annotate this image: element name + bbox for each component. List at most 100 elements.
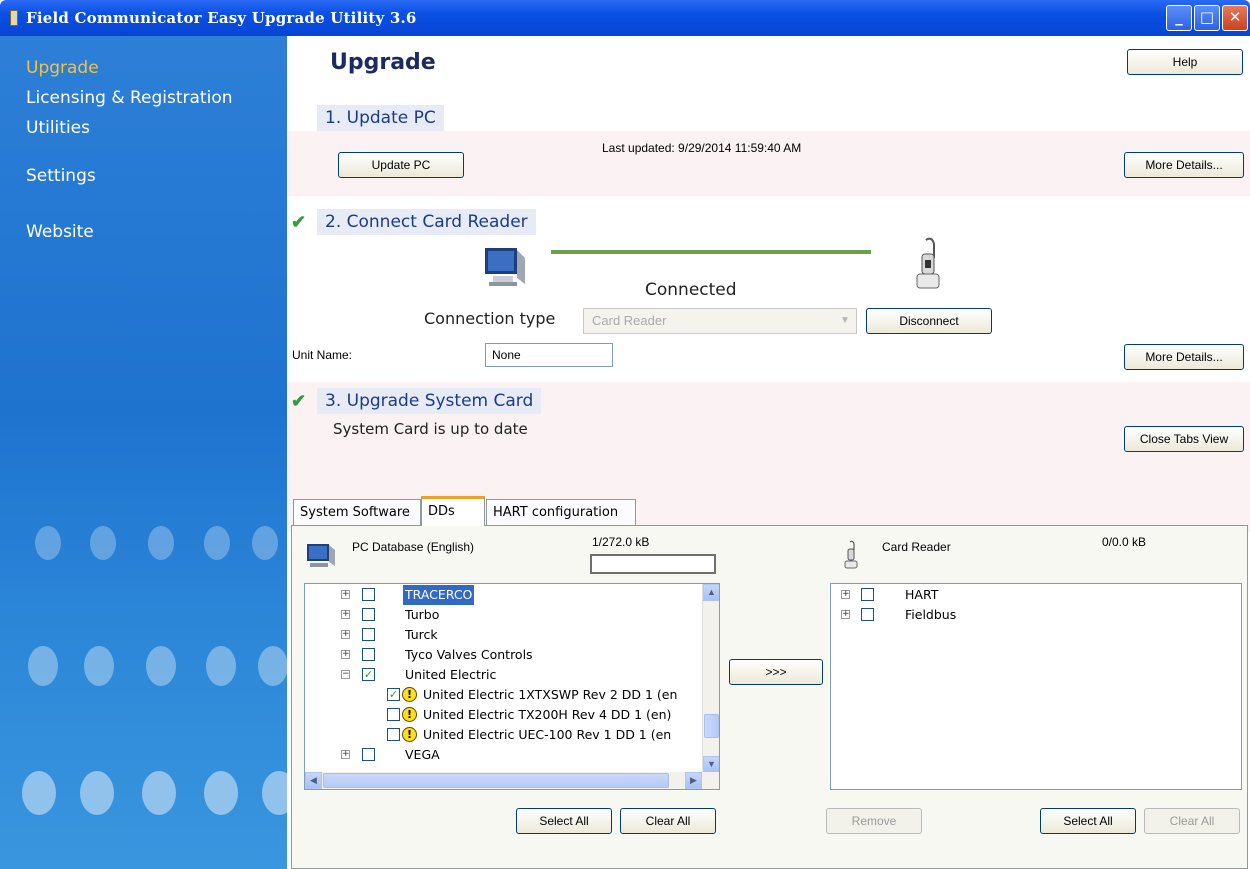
- help-button[interactable]: Help: [1127, 49, 1243, 75]
- tree-item-label: Fieldbus: [905, 607, 957, 622]
- expand-icon[interactable]: +: [341, 750, 350, 759]
- tree-item-label: United Electric 1XTXSWP Rev 2 DD 1 (en: [423, 687, 678, 702]
- checkbox[interactable]: [362, 748, 375, 761]
- tree-item[interactable]: + Turck: [305, 625, 701, 645]
- card-reader-label: Card Reader: [882, 540, 951, 554]
- transfer-button[interactable]: >>>: [729, 659, 823, 685]
- pc-database-label: PC Database (English): [352, 540, 475, 554]
- card-reader-icon: [844, 540, 858, 569]
- window-title: Field Communicator Easy Upgrade Utility …: [26, 9, 417, 27]
- checkbox[interactable]: [387, 728, 400, 741]
- unit-name-label: Unit Name:: [292, 348, 353, 362]
- checkbox[interactable]: [362, 608, 375, 621]
- warning-icon: !: [402, 727, 417, 742]
- decorative-light: [90, 526, 116, 560]
- expand-icon[interactable]: +: [341, 650, 350, 659]
- checkbox[interactable]: [362, 588, 375, 601]
- warning-icon: !: [402, 687, 417, 702]
- tree-item[interactable]: ! United Electric UEC-100 Rev 1 DD 1 (en: [305, 725, 701, 745]
- decorative-light: [146, 646, 176, 686]
- connection-type-select[interactable]: Card Reader ▼: [583, 308, 857, 334]
- scroll-up-icon[interactable]: ▲: [703, 584, 719, 601]
- dds-tab-panel: PC Database (English) 1/272.0 kB Card Re…: [291, 525, 1248, 869]
- unit-name-field[interactable]: None: [485, 343, 613, 367]
- close-tabs-view-button[interactable]: Close Tabs View: [1124, 426, 1244, 452]
- card-reader-tree[interactable]: + HART + Fieldbus: [830, 583, 1242, 790]
- sidebar-item-website[interactable]: Website: [26, 222, 94, 242]
- remove-button[interactable]: Remove: [826, 808, 922, 834]
- tree-item[interactable]: + HART: [831, 585, 1231, 605]
- tree-item[interactable]: ! United Electric TX200H Rev 4 DD 1 (en): [305, 705, 701, 725]
- clear-all-button[interactable]: Clear All: [1144, 808, 1240, 834]
- checkbox[interactable]: [861, 588, 874, 601]
- select-all-button[interactable]: Select All: [516, 808, 612, 834]
- scroll-down-icon[interactable]: ▼: [703, 756, 719, 773]
- checkbox[interactable]: [362, 648, 375, 661]
- decorative-light: [148, 526, 174, 560]
- more-details-button[interactable]: More Details...: [1124, 152, 1244, 178]
- tree-item-label: TRACERCO: [403, 585, 475, 605]
- tab-hart-configuration[interactable]: HART configuration: [486, 499, 636, 525]
- close-button[interactable]: ✕: [1222, 5, 1248, 31]
- decorative-light: [206, 646, 236, 686]
- expand-icon[interactable]: +: [341, 590, 350, 599]
- checkmark-icon: ✔: [291, 212, 307, 232]
- tree-item-label: VEGA: [405, 747, 440, 762]
- tree-item[interactable]: + VEGA: [305, 745, 701, 765]
- decorative-light: [204, 771, 238, 815]
- pc-database-tree[interactable]: + TRACERCO + Turbo + Turck + Tyco Valves…: [304, 583, 720, 790]
- scroll-left-icon[interactable]: ◀: [305, 772, 322, 789]
- tree-item-label: HART: [905, 587, 939, 602]
- minimize-button[interactable]: _: [1166, 5, 1192, 31]
- checkbox[interactable]: [387, 708, 400, 721]
- decorative-light: [22, 771, 56, 815]
- sidebar-item-settings[interactable]: Settings: [26, 166, 96, 186]
- title-bar[interactable]: Field Communicator Easy Upgrade Utility …: [0, 0, 1250, 36]
- connection-status-line: [551, 250, 871, 254]
- checkbox[interactable]: [861, 608, 874, 621]
- warning-icon: !: [402, 707, 417, 722]
- maximize-button[interactable]: □: [1194, 5, 1220, 31]
- checkbox[interactable]: [362, 628, 375, 641]
- main-panel: Upgrade Help 1. Update PC Last updated: …: [287, 36, 1250, 869]
- sidebar-item-upgrade[interactable]: Upgrade: [26, 58, 99, 78]
- tree-item[interactable]: + Turbo: [305, 605, 701, 625]
- system-card-status: System Card is up to date: [333, 420, 528, 438]
- section-title-connect-card-reader: 2. Connect Card Reader: [317, 209, 536, 235]
- scrollbar-thumb[interactable]: [323, 773, 669, 788]
- card-reader-icon: [916, 237, 940, 289]
- disconnect-button[interactable]: Disconnect: [866, 308, 992, 334]
- tree-item-label: Tyco Valves Controls: [405, 647, 533, 662]
- sidebar-item-licensing[interactable]: Licensing & Registration: [26, 88, 233, 108]
- scrollbar-thumb[interactable]: [704, 714, 719, 738]
- tab-dds[interactable]: DDs: [421, 496, 485, 526]
- more-details-button[interactable]: More Details...: [1124, 344, 1244, 370]
- tree-item[interactable]: − ✓ United Electric: [305, 665, 701, 685]
- clear-all-button[interactable]: Clear All: [620, 808, 716, 834]
- select-all-button[interactable]: Select All: [1040, 808, 1136, 834]
- sidebar-item-utilities[interactable]: Utilities: [26, 118, 90, 138]
- update-pc-button[interactable]: Update PC: [338, 152, 464, 178]
- tree-item[interactable]: ✓ ! United Electric 1XTXSWP Rev 2 DD 1 (…: [305, 685, 701, 705]
- tree-item[interactable]: + Fieldbus: [831, 605, 1231, 625]
- horizontal-scrollbar[interactable]: ◀ ▶: [305, 772, 719, 789]
- tree-item[interactable]: + Tyco Valves Controls: [305, 645, 701, 665]
- decorative-light: [35, 526, 61, 560]
- expand-icon[interactable]: +: [841, 590, 850, 599]
- tree-item[interactable]: + TRACERCO: [305, 585, 701, 605]
- expand-icon[interactable]: +: [341, 630, 350, 639]
- expand-icon[interactable]: +: [841, 610, 850, 619]
- decorative-light: [142, 771, 176, 815]
- expand-icon[interactable]: +: [341, 610, 350, 619]
- app-window: Field Communicator Easy Upgrade Utility …: [0, 0, 1250, 869]
- connection-status-text: Connected: [645, 280, 737, 300]
- collapse-icon[interactable]: −: [341, 670, 350, 679]
- scroll-right-icon[interactable]: ▶: [685, 772, 702, 789]
- tab-system-software[interactable]: System Software: [293, 499, 421, 525]
- app-icon: [10, 10, 18, 26]
- checkbox-checked[interactable]: ✓: [362, 668, 375, 681]
- vertical-scrollbar[interactable]: ▲ ▼: [702, 584, 719, 773]
- decorative-light: [258, 646, 287, 686]
- checkmark-icon: ✔: [291, 391, 307, 411]
- checkbox-checked[interactable]: ✓: [387, 688, 400, 701]
